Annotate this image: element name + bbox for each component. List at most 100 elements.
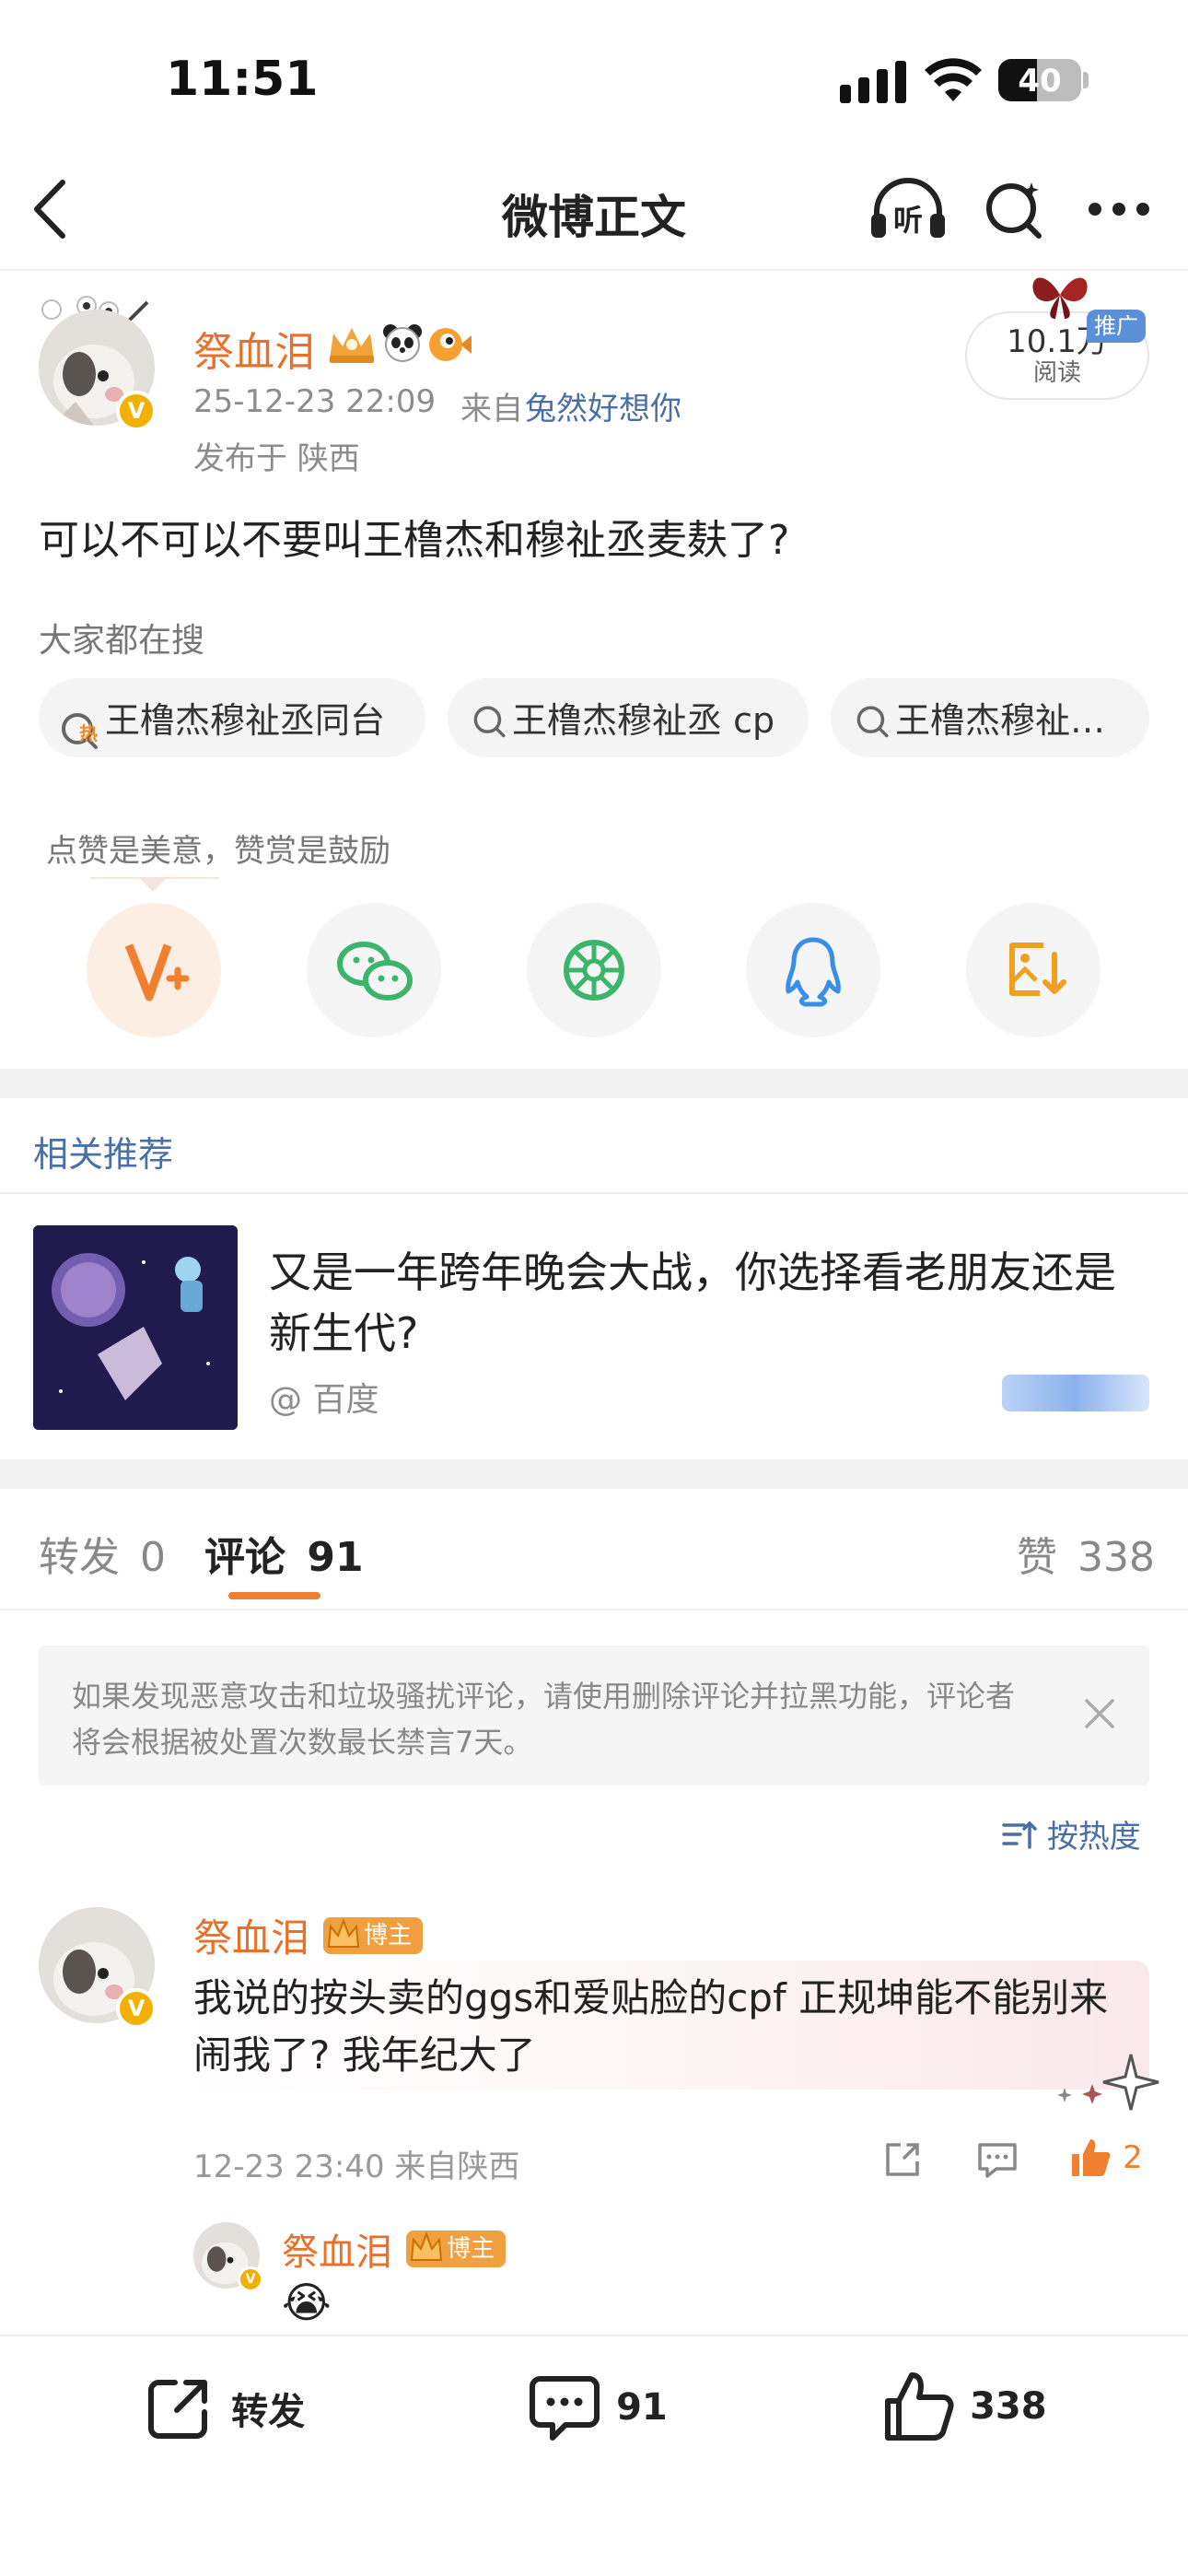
repost-icon (148, 2380, 207, 2439)
tab-like-label: 赞 (1017, 1534, 1057, 1581)
promo-badge: 推广 (1087, 310, 1146, 343)
search-chip-1[interactable]: 热 王橹杰穆祉丞同台 (39, 678, 425, 757)
related-card[interactable]: 又是一年跨年晚会大战，你选择看老朋友还是新生代? @ 百度 (0, 1194, 1188, 1456)
search-chip-label: 王橹杰穆祉… (895, 699, 1106, 741)
tab-repost-label: 转发 (39, 1534, 120, 1581)
signal-icon (840, 61, 912, 107)
verified-badge: V (116, 391, 157, 431)
reply-author-row: 祭血泪 博主 (282, 2222, 507, 2276)
listen-label: 听 (892, 203, 923, 238)
crown-icon (328, 1917, 360, 1948)
tabs-divider (0, 1609, 1188, 1610)
share-qq-button[interactable] (746, 903, 880, 1037)
tab-repost-count: 0 (140, 1534, 166, 1581)
more-icon (1089, 203, 1149, 216)
search-icon (856, 705, 889, 737)
post-content: 可以不可以不要叫王橹杰和穆祉丞麦麸了? (39, 517, 790, 564)
reply-author-name[interactable]: 祭血泪 (282, 2231, 392, 2274)
search-chip-3[interactable]: 王橹杰穆祉… (831, 678, 1149, 757)
bottom-comment-button[interactable]: 91 (529, 2373, 668, 2447)
sort-icon (1002, 1821, 1037, 1849)
tab-comment-count: 91 (307, 1534, 364, 1581)
reward-v-icon (124, 943, 190, 1001)
fish-icon (425, 322, 472, 367)
qq-icon (786, 937, 841, 1007)
related-thumbnail (33, 1225, 238, 1430)
reply-blogger-badge-label: 博主 (447, 2235, 495, 2263)
comment-author-name[interactable]: 祭血泪 (193, 1915, 309, 1961)
comment-share-button[interactable] (882, 2139, 923, 2184)
related-card-blur (1002, 1375, 1149, 1411)
comment-icon (978, 2143, 1017, 2178)
crown-icon (410, 2231, 443, 2261)
butterfly-icon (1028, 267, 1092, 326)
related-card-title: 又是一年跨年晚会大战，你选择看老朋友还是新生代? (269, 1247, 1116, 1358)
blogger-badge-label: 博主 (364, 1921, 413, 1950)
section-gap (0, 1459, 1188, 1489)
tab-like[interactable]: 赞 338 (1017, 1524, 1155, 1583)
share-wechat-button[interactable] (307, 903, 441, 1037)
comment-text: 我说的按头卖的ggs和爱贴脸的cpf 正规坤能不能别来闹我了? 我年纪大了 (193, 1975, 1109, 2078)
search-chip-2[interactable]: 王橹杰穆祉丞 cp (448, 678, 809, 757)
listen-button[interactable]: 听 (869, 177, 947, 241)
save-image-button[interactable] (966, 903, 1101, 1037)
sort-label: 按热度 (1046, 1819, 1141, 1856)
related-card-source: @ 百度 (269, 1381, 379, 1419)
battery-tip (1083, 72, 1089, 88)
battery-level: 40 (1018, 63, 1062, 100)
hot-search-icon: 热 (59, 699, 101, 749)
comment-reply-button[interactable] (976, 2139, 1019, 2184)
reply-blogger-badge: 博主 (406, 2231, 507, 2267)
sparkle-icon (1055, 2051, 1162, 2119)
reward-button[interactable] (87, 903, 221, 1037)
comment-author-row: 祭血泪 博主 (193, 1907, 424, 1963)
more-button[interactable] (1087, 201, 1151, 221)
hot-search-title: 大家都在搜 (39, 622, 205, 660)
bottom-comment-count: 91 (616, 2386, 668, 2429)
post-location: 发布于 陕西 (193, 440, 360, 477)
like-icon (885, 2372, 954, 2441)
crown-medal-icon (326, 322, 378, 369)
post-source-prefix: 来自 (460, 391, 523, 427)
tab-like-count: 338 (1077, 1534, 1155, 1581)
comment-like-count: 2 (1123, 2139, 1143, 2176)
comment-like-button[interactable]: 2 (1068, 2136, 1143, 2180)
comment-notice-text: 如果发现恶意攻击和垃圾骚扰评论，请使用删除评论并拉黑功能，评论者将会根据被处置次… (72, 1679, 1016, 1760)
sort-button[interactable]: 按热度 (1000, 1811, 1141, 1856)
bottom-repost-label: 转发 (231, 2391, 306, 2433)
search-chip-label: 王橹杰穆祉丞 cp (512, 699, 775, 741)
section-gap (0, 1069, 1188, 1098)
close-icon (1085, 1699, 1114, 1728)
wifi-icon (925, 57, 982, 107)
tab-comment[interactable]: 评论 91 (204, 1524, 364, 1583)
reward-tip: 点赞是美意，赞赏是鼓励 (46, 833, 390, 870)
save-image-icon (1009, 943, 1066, 996)
tab-active-indicator (228, 1592, 320, 1599)
blogger-badge: 博主 (323, 1916, 424, 1954)
author-name[interactable]: 祭血泪 (193, 319, 315, 378)
panda-icon (381, 322, 424, 367)
bottom-like-button[interactable]: 338 (882, 2370, 1047, 2443)
search-icon (986, 182, 1042, 239)
read-count-label: 阅读 (1032, 359, 1081, 387)
hot-badge: 热 (79, 721, 98, 744)
share-icon (886, 2143, 919, 2176)
share-moments-button[interactable] (527, 903, 661, 1037)
reply-verified-badge: V (238, 2266, 263, 2292)
tab-repost[interactable]: 转发 0 (39, 1524, 166, 1583)
notice-close-button[interactable] (1081, 1695, 1118, 1736)
nav-divider (0, 269, 1188, 271)
post-source-link[interactable]: 兔然好想你 (525, 383, 681, 428)
comment-notice: 如果发现恶意攻击和垃圾骚扰评论，请使用删除评论并拉黑功能，评论者将会根据被处置次… (39, 1645, 1149, 1786)
search-icon (473, 705, 506, 737)
comment-icon (530, 2376, 600, 2441)
bottom-repost-button[interactable]: 转发 (144, 2373, 305, 2443)
status-time: 11:51 (166, 52, 319, 107)
comment-meta: 12-23 23:40 来自陕西 (193, 2149, 520, 2185)
comment-verified-badge: V (116, 1988, 157, 2029)
search-button[interactable] (984, 179, 1044, 243)
wechat-icon (337, 942, 413, 1001)
related-title: 相关推荐 (33, 1134, 174, 1175)
reply-emoji: 😭 (282, 2277, 332, 2327)
moments-icon (564, 940, 624, 1001)
